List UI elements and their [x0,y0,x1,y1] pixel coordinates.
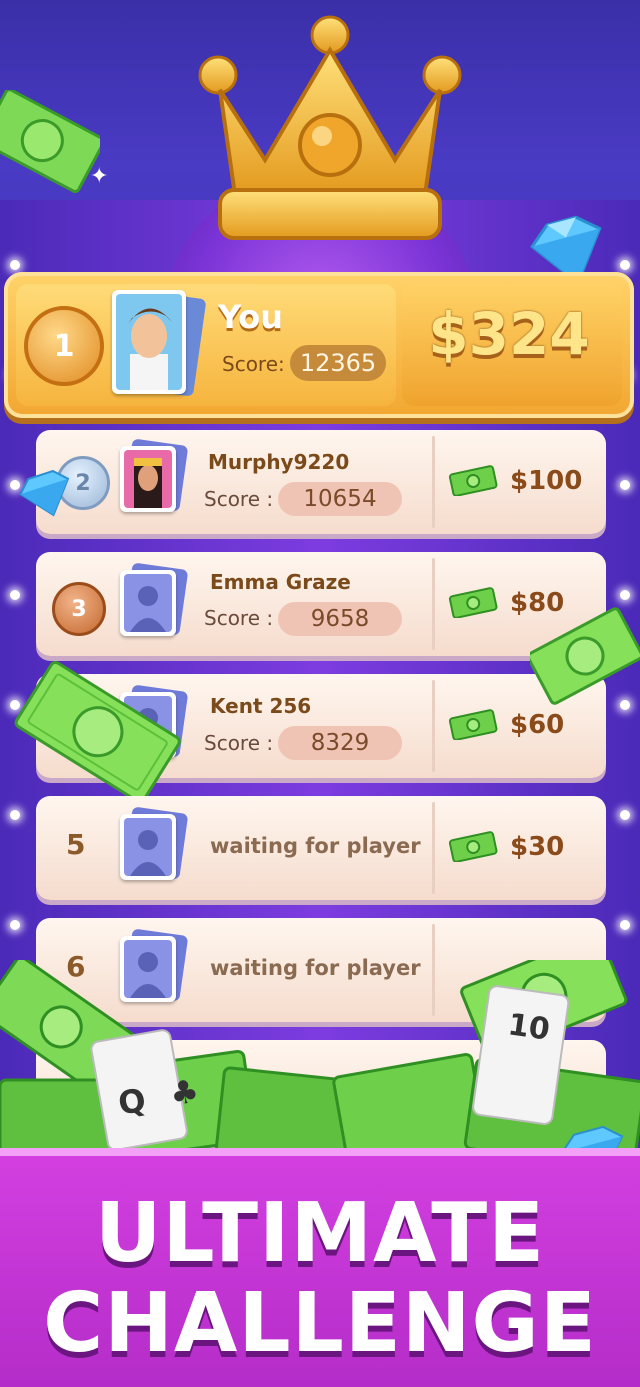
player-avatar-murphy [120,446,176,512]
score-value: 8329 [278,726,402,760]
cash-icon [448,831,498,862]
player-name: Emma Graze [210,570,351,594]
score-label: Score: [222,352,285,376]
cash-bill-decoration [0,90,100,193]
crown-icon [198,15,462,240]
cash-icon [448,465,498,496]
prize-amount: $100 [510,466,583,496]
banner-title-line1: ULTIMATE [94,1186,546,1281]
score-label: Score : [204,487,274,511]
sparkle-icon: ✦ [90,164,109,189]
prize-amount: $30 [510,832,565,862]
rank-medal-gold: 1 [24,306,104,386]
cash-bill-decoration [530,607,640,705]
cash-bill-decoration [14,660,181,800]
diamond-icon [19,470,70,517]
playing-card-ten: 10 [506,1007,552,1047]
card-rank: Q [115,1080,149,1123]
score-value-you: 12365 [290,345,386,381]
player-name-you: You [218,298,283,336]
player-name: Kent 256 [210,694,312,718]
prize-amount: $60 [510,710,565,740]
banner-title-line2: CHALLENGE [43,1276,597,1371]
avatar-placeholder-icon [120,814,176,880]
avatar-placeholder-icon [120,570,176,636]
cash-pile-decoration [0,960,640,1160]
score-label: Score : [204,606,274,630]
game-screen: ✦ 1 You Score: 12365 $324 2 Murphy9220 S… [0,0,640,1387]
rank-number: 1 [53,328,75,364]
cash-icon [448,709,498,740]
rank-number: 5 [66,828,86,861]
score-label: Score : [204,731,274,755]
score-value: 9658 [278,602,402,636]
rank-medal-bronze: 3 [52,582,106,636]
player-name: Murphy9220 [208,450,350,474]
player-avatar-you [112,290,186,394]
waiting-status: waiting for player [210,834,421,858]
card-rank: 10 [505,1007,552,1048]
cash-icon [448,587,498,618]
rank-number: 3 [71,596,87,622]
score-value: 10654 [278,482,402,516]
prize-amount-you: $324 [428,300,590,368]
